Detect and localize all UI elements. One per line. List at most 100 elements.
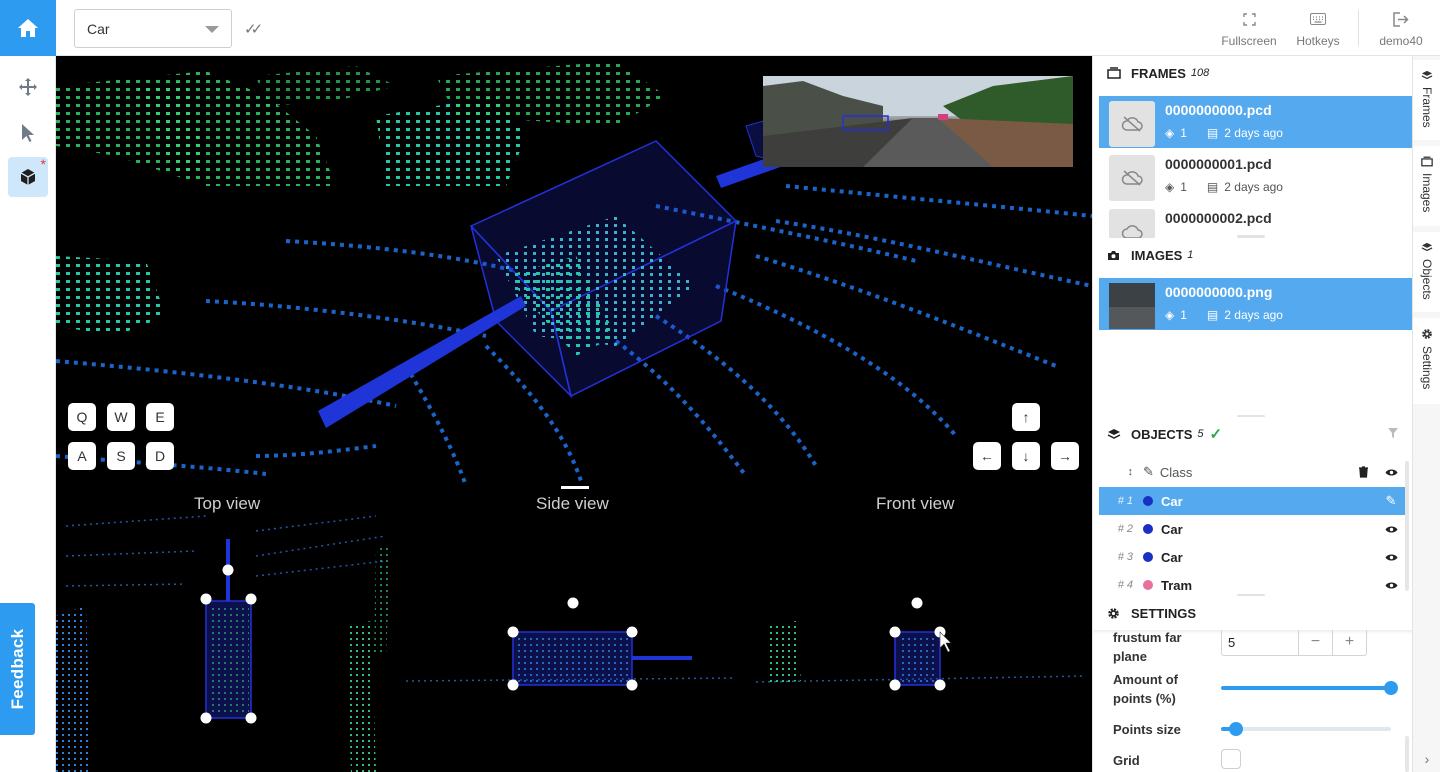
chevron-right-icon[interactable]: › <box>1413 746 1440 772</box>
sort-icon[interactable]: ↕ <box>1099 466 1143 478</box>
decrement-button[interactable]: − <box>1298 630 1332 655</box>
frames-icon <box>1421 156 1433 167</box>
frame-layers: 1 <box>1180 180 1187 194</box>
key-d[interactable]: D <box>146 442 174 470</box>
gear-icon <box>1108 607 1119 619</box>
frame-name: 0000000002.pcd <box>1165 210 1272 226</box>
frames-icon <box>1107 67 1121 79</box>
arrow-left-key[interactable]: ← <box>973 442 1001 470</box>
settings-scrollbar[interactable] <box>1405 736 1409 772</box>
feedback-label: Feedback <box>7 628 27 710</box>
objects-header[interactable]: OBJECTS 5 ✓ <box>1093 417 1412 451</box>
filter-icon[interactable] <box>1387 427 1399 442</box>
points-size-label: Points size <box>1113 722 1181 737</box>
gear-icon <box>1422 329 1432 339</box>
camera-image-preview[interactable] <box>763 76 1073 167</box>
move-icon <box>19 78 37 96</box>
tab-frames[interactable]: Frames <box>1413 60 1440 140</box>
home-icon <box>18 19 38 37</box>
move-tool-button[interactable] <box>8 67 48 107</box>
fullscreen-label: Fullscreen <box>1221 34 1277 48</box>
edit-pencil-icon[interactable]: ✎ <box>1377 493 1405 509</box>
fullscreen-button[interactable]: Fullscreen <box>1216 8 1282 50</box>
grid-checkbox[interactable] <box>1221 749 1241 769</box>
increment-button[interactable]: + <box>1332 630 1366 655</box>
frame-name: 0000000000.pcd <box>1165 102 1272 118</box>
frustum-stepper[interactable]: 5 − + <box>1221 630 1367 656</box>
right-panel: FRAMES 108 0000000000.pcd ◈ 1 ▤ 2 days ago … <box>1092 56 1412 772</box>
object-number: 3 <box>1126 551 1133 563</box>
frame-item[interactable]: 0000000000.pcd ◈ 1 ▤ 2 days ago <box>1099 96 1412 148</box>
layers-icon <box>1421 70 1433 80</box>
layers-icon: ◈ <box>1165 126 1175 140</box>
grid-label: Grid <box>1113 753 1140 768</box>
layers-icon <box>1107 428 1121 439</box>
eye-icon[interactable] <box>1377 581 1405 590</box>
camera-icon <box>1108 250 1119 260</box>
delete-all-icon[interactable] <box>1349 466 1377 478</box>
frame-time: 2 days ago <box>1224 180 1283 194</box>
home-button[interactable] <box>0 0 56 56</box>
point-cloud-viewport[interactable]: Q W E A S D ↑ ← ↓ → Top view Side view F… <box>56 56 1092 772</box>
tab-images[interactable]: Images <box>1413 146 1440 226</box>
tab-objects-label: Objects <box>1420 259 1434 300</box>
logout-button[interactable]: demo40 <box>1372 8 1430 50</box>
key-q[interactable]: Q <box>68 403 96 431</box>
frame-time: 2 days ago <box>1224 126 1283 140</box>
fullscreen-icon <box>1242 12 1256 26</box>
class-color-dot <box>1143 580 1153 590</box>
class-select[interactable]: Car <box>74 9 232 48</box>
object-number: 1 <box>1126 495 1133 507</box>
points-size-slider-track[interactable] <box>1221 727 1391 731</box>
cuboid-tool-button[interactable]: * <box>8 157 48 197</box>
image-time: 2 days ago <box>1224 308 1283 322</box>
side-view-label: Side view <box>536 494 609 513</box>
left-toolbar: * Feedback <box>0 0 56 772</box>
unsaved-indicator: * <box>40 156 46 172</box>
object-row[interactable]: # 1 Car ✎ <box>1099 487 1405 515</box>
cube-icon <box>20 169 36 185</box>
frames-count: 108 <box>1190 67 1210 79</box>
amount-slider-knob[interactable] <box>1384 681 1398 695</box>
object-class: Tram <box>1161 577 1193 593</box>
check-icon: ✓ <box>1209 426 1223 443</box>
objects-scrollbar[interactable] <box>1405 461 1409 591</box>
settings-header[interactable]: SETTINGS <box>1093 596 1412 630</box>
key-s[interactable]: S <box>107 442 135 470</box>
object-row[interactable]: # 3 Car <box>1099 543 1405 571</box>
key-e[interactable]: E <box>146 403 174 431</box>
object-row[interactable]: # 2 Car <box>1099 515 1405 543</box>
double-check-icon[interactable]: ✓✓ <box>244 20 263 38</box>
key-a[interactable]: A <box>68 442 96 470</box>
feedback-button[interactable]: Feedback <box>0 603 35 735</box>
amount-slider-track[interactable] <box>1221 686 1391 690</box>
hotkeys-button[interactable]: Hotkeys <box>1288 8 1348 50</box>
images-header[interactable]: IMAGES 1 <box>1093 238 1412 272</box>
eye-icon[interactable] <box>1377 553 1405 562</box>
tab-objects[interactable]: Objects <box>1413 232 1440 312</box>
image-item[interactable]: 0000000000.png ◈ 1 ▤ 2 days ago <box>1099 278 1412 330</box>
calendar-icon: ▤ <box>1206 308 1219 322</box>
key-w[interactable]: W <box>107 403 135 431</box>
arrow-up-key[interactable]: ↑ <box>1012 403 1040 431</box>
select-tool-button[interactable] <box>8 113 48 153</box>
points-size-slider-knob[interactable] <box>1229 722 1244 736</box>
frame-name: 0000000001.pcd <box>1165 156 1272 172</box>
top-view-label: Top view <box>194 494 261 513</box>
logout-icon <box>1393 11 1409 27</box>
objects-column-header: ↕ ✎ Class <box>1099 458 1405 486</box>
image-thumbnail <box>1109 283 1155 329</box>
images-count: 1 <box>1187 249 1194 261</box>
frame-item[interactable]: 0000000001.pcd ◈ 1 ▤ 2 days ago <box>1099 150 1412 202</box>
frames-header[interactable]: FRAMES 108 <box>1093 56 1412 90</box>
eye-icon[interactable] <box>1377 525 1405 534</box>
frame-item[interactable]: 0000000002.pcd <box>1099 204 1412 238</box>
tab-settings[interactable]: Settings <box>1413 318 1440 404</box>
arrow-down-key[interactable]: ↓ <box>1012 442 1040 470</box>
object-class: Car <box>1161 521 1183 537</box>
cloud-off-icon <box>1121 170 1143 186</box>
layers-icon: ◈ <box>1165 180 1175 194</box>
arrow-right-key[interactable]: → <box>1051 442 1079 470</box>
class-column-label: Class <box>1159 464 1193 480</box>
eye-icon[interactable] <box>1377 468 1405 477</box>
